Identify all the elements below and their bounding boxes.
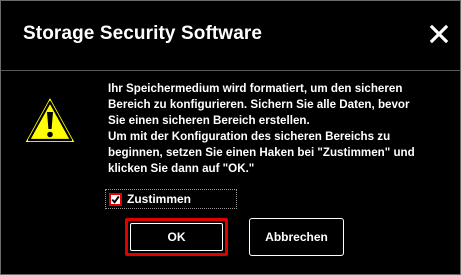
warning-triangle-icon xyxy=(21,93,79,147)
dialog-title: Storage Security Software xyxy=(23,23,263,44)
cancel-button-label: Abbrechen xyxy=(265,230,328,244)
agree-label: Zustimmen xyxy=(127,192,192,206)
message-line: Ihr Speichermedium wird formatiert, um d… xyxy=(108,82,403,95)
ok-button[interactable]: OK xyxy=(125,218,228,256)
message-line: beginnen, setzen Sie einen Haken bei "Zu… xyxy=(108,145,415,159)
message-line: Um mit der Konfiguration des sicheren Be… xyxy=(108,129,391,143)
message-line: Bereich zu konfigurieren. Sichern Sie al… xyxy=(108,97,410,111)
close-icon xyxy=(429,24,449,44)
storage-security-dialog: Storage Security Software Ihr Speicherme… xyxy=(0,0,461,275)
dialog-message: Ihr Speichermedium wird formatiert, um d… xyxy=(108,81,454,176)
dialog-titlebar: Storage Security Software xyxy=(1,1,460,71)
checkmark-icon xyxy=(111,195,120,204)
close-button[interactable] xyxy=(427,22,451,46)
message-line: Sie einen sicheren Bereich erstellen. xyxy=(108,113,310,127)
agree-checkbox-row[interactable]: Zustimmen xyxy=(105,189,237,209)
ok-button-label: OK xyxy=(167,230,186,244)
message-line: klicken Sie dann auf "OK." xyxy=(108,161,255,175)
cancel-button[interactable]: Abbrechen xyxy=(249,218,344,256)
agree-checkbox[interactable] xyxy=(109,192,122,206)
